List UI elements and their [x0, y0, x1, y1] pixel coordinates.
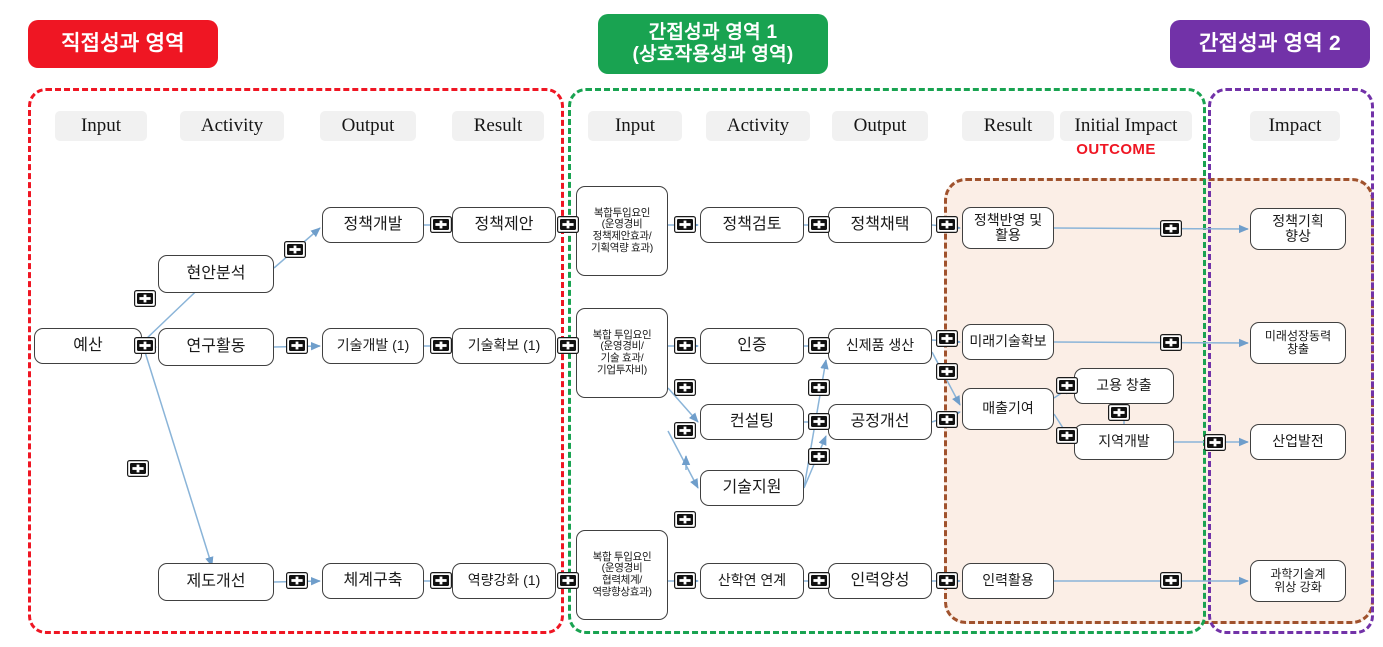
- plus-icon-prop-comp1[interactable]: [557, 216, 579, 233]
- plus-icon-system-capability[interactable]: [430, 572, 452, 589]
- plus-icon-hruse-scitech[interactable]: [1160, 572, 1182, 589]
- plus-icon-budget-issue[interactable]: [134, 290, 156, 307]
- node-techsupport[interactable]: 기술지원: [700, 470, 804, 506]
- node-regional[interactable]: 지역개발: [1074, 424, 1174, 460]
- node-techdev[interactable]: 기술개발 (1): [322, 328, 424, 364]
- plus-icon-use-policyplan[interactable]: [1160, 220, 1182, 237]
- plus-icon-sales-regional[interactable]: [1056, 427, 1078, 444]
- node-sales[interactable]: 매출기여: [962, 388, 1054, 430]
- node-comp2[interactable]: 복합 투입요인 (운영경비/ 기술 효과/ 기업투자비): [576, 308, 668, 398]
- node-hruse[interactable]: 인력활용: [962, 563, 1054, 599]
- plus-icon-budget-research[interactable]: [134, 337, 156, 354]
- node-industrydev[interactable]: 산업발전: [1250, 424, 1346, 460]
- plus-icon-industry-hr[interactable]: [808, 572, 830, 589]
- node-capability[interactable]: 역량강화 (1): [452, 563, 556, 599]
- node-research[interactable]: 연구활동: [158, 328, 274, 366]
- node-system[interactable]: 체계구축: [322, 563, 424, 599]
- plus-icon-capability-comp3[interactable]: [557, 572, 579, 589]
- plus-icon-support-product[interactable]: [808, 379, 830, 396]
- plus-icon-product-sales[interactable]: [936, 363, 958, 380]
- plus-icon-future-growth[interactable]: [1160, 334, 1182, 351]
- node-policyreview[interactable]: 정책검토: [700, 207, 804, 243]
- node-newproduct[interactable]: 신제품 생산: [828, 328, 932, 364]
- plus-icon-policydev-prop[interactable]: [430, 216, 452, 233]
- node-growth[interactable]: 미래성장동력 창출: [1250, 322, 1346, 364]
- node-policyadopt[interactable]: 정책채택: [828, 207, 932, 243]
- node-issue[interactable]: 현안분석: [158, 255, 274, 293]
- plus-icon-consult-process[interactable]: [808, 413, 830, 430]
- node-budget[interactable]: 예산: [34, 328, 142, 364]
- plus-icon-secure-comp2[interactable]: [557, 337, 579, 354]
- plus-icon-institution-system[interactable]: [286, 572, 308, 589]
- plus-icon-sales-employment[interactable]: [1056, 377, 1078, 394]
- node-process[interactable]: 공정개선: [828, 404, 932, 440]
- plus-icon-process-sales[interactable]: [936, 411, 958, 428]
- node-comp1[interactable]: 복합투입요인 (운영경비 정책제안효과/ 기획역량 효과): [576, 186, 668, 276]
- plus-icon-comp1-review[interactable]: [674, 216, 696, 233]
- plus-icon-techdev-secure[interactable]: [430, 337, 452, 354]
- node-institution[interactable]: 제도개선: [158, 563, 274, 601]
- plus-icon-review-adopt[interactable]: [808, 216, 830, 233]
- plus-icon-regional-industry[interactable]: [1204, 434, 1226, 451]
- plus-icon-regional-employment[interactable]: [1108, 404, 1130, 421]
- node-comp3[interactable]: 복합 투입요인 (운영경비 협력체계/ 역량향상효과): [576, 530, 668, 620]
- plus-icon-support-process[interactable]: [808, 448, 830, 465]
- node-futuretech[interactable]: 미래기술확보: [962, 324, 1054, 360]
- node-scitech[interactable]: 과학기술계 위상 강화: [1250, 560, 1346, 602]
- node-hrdevelop[interactable]: 인력양성: [828, 563, 932, 599]
- plus-icon-budget-institution[interactable]: [127, 460, 149, 477]
- plus-icon-hr-hruse[interactable]: [936, 572, 958, 589]
- plus-icon-comp2-consult[interactable]: [674, 379, 696, 396]
- node-policyuse[interactable]: 정책반영 및 활용: [962, 207, 1054, 249]
- plus-icon-research-techdev[interactable]: [286, 337, 308, 354]
- diagram-canvas: 직접성과 영역 간접성과 영역 1 (상호작용성과 영역) 간접성과 영역 2 I…: [0, 0, 1383, 647]
- node-employment[interactable]: 고용 창출: [1074, 368, 1174, 404]
- plus-icon-techsupport-up[interactable]: [674, 511, 696, 528]
- plus-icon-issue-policydev[interactable]: [284, 241, 306, 258]
- node-consult[interactable]: 컨설팅: [700, 404, 804, 440]
- plus-icon-adopt-use[interactable]: [936, 216, 958, 233]
- plus-icon-certify-product[interactable]: [808, 337, 830, 354]
- node-policyplan[interactable]: 정책기획 향상: [1250, 208, 1346, 250]
- connector-layer: [139, 220, 1249, 586]
- plus-icon-product-future[interactable]: [936, 330, 958, 347]
- node-policydev[interactable]: 정책개발: [322, 207, 424, 243]
- plus-icon-comp2-support[interactable]: [674, 422, 696, 439]
- node-certify[interactable]: 인증: [700, 328, 804, 364]
- plus-icon-comp2-certify[interactable]: [674, 337, 696, 354]
- node-techsecure[interactable]: 기술확보 (1): [452, 328, 556, 364]
- node-policyprop[interactable]: 정책제안: [452, 207, 556, 243]
- plus-icon-comp3-industry[interactable]: [674, 572, 696, 589]
- node-industry[interactable]: 산학연 연계: [700, 563, 804, 599]
